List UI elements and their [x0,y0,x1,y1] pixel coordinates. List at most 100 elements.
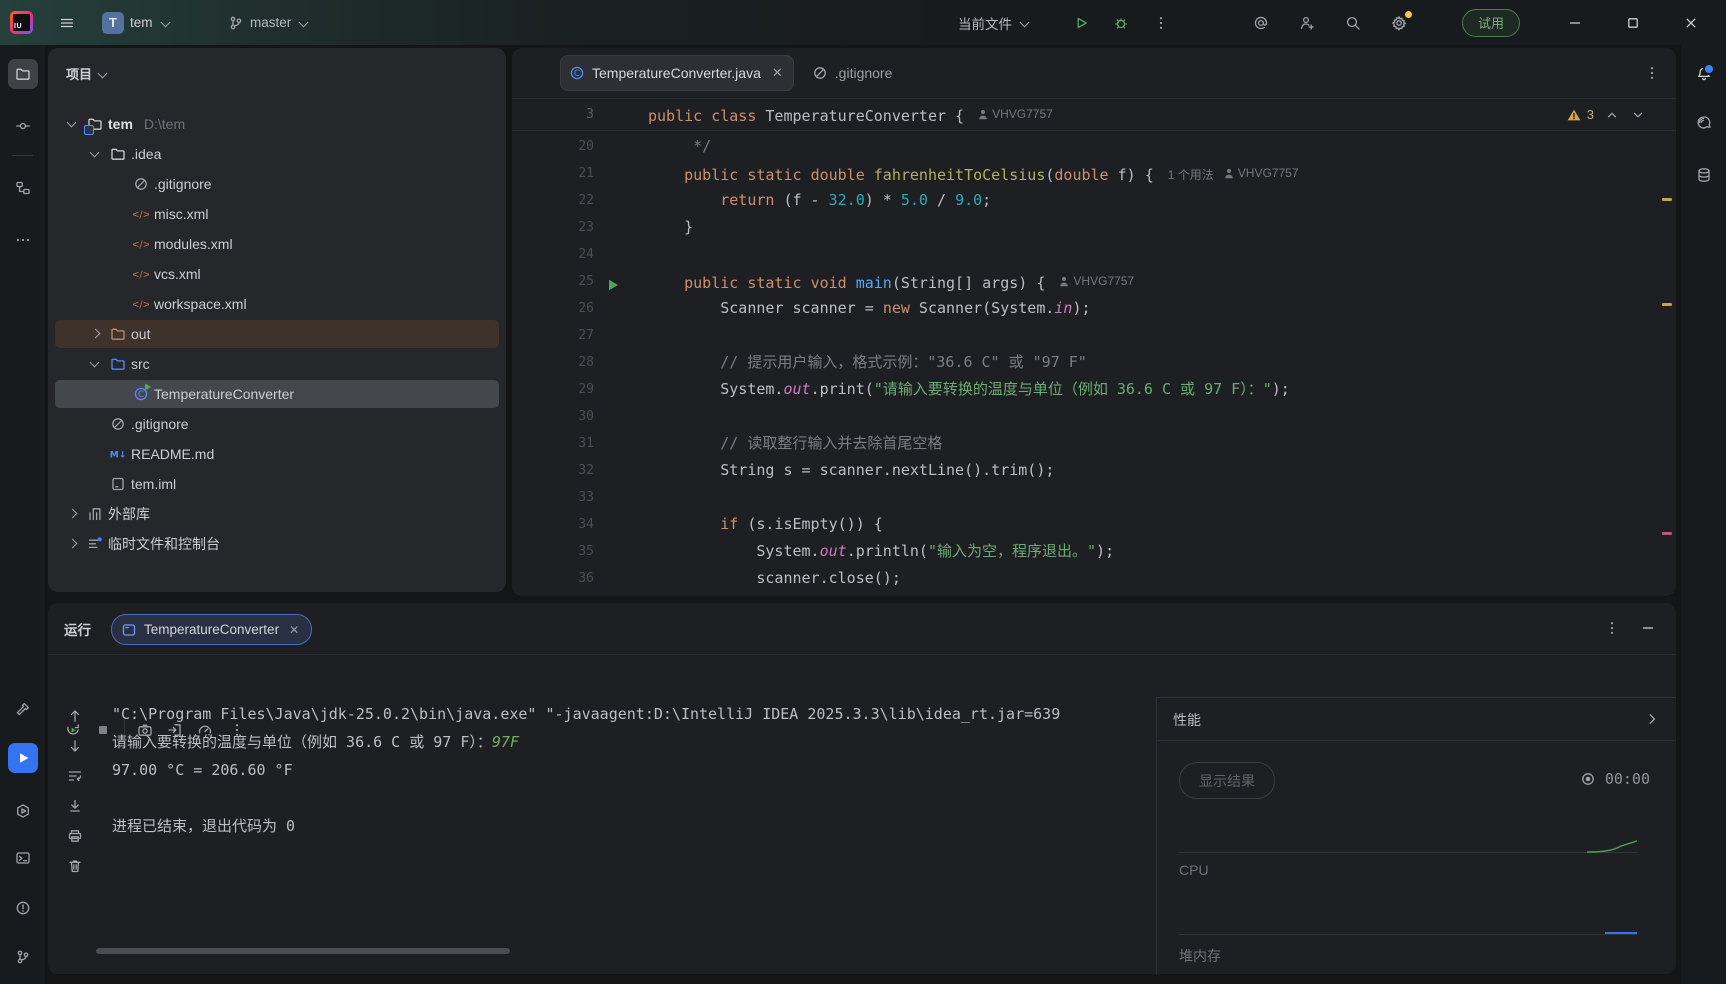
line-number[interactable]: 22 [512,187,594,214]
settings-button[interactable] [1384,8,1414,38]
line-number[interactable]: 36 [512,565,594,592]
line-number[interactable]: 32 [512,457,594,484]
usages-inlay[interactable]: 1 个用法 [1168,162,1214,189]
minimize-button[interactable] [1560,8,1590,38]
tree-item--[interactable]: 外部库 [48,499,506,529]
tree-chevron-icon[interactable] [64,506,81,522]
sidebar-item-problems[interactable] [8,893,38,923]
run-button[interactable] [1066,8,1096,38]
tree-item-vcs-xml[interactable]: </>vcs.xml [48,259,506,289]
line-number[interactable]: 35 [512,538,594,565]
sidebar-item-services[interactable] [8,796,38,826]
tree-item-tem-iml[interactable]: tem.iml [48,469,506,499]
tree-chevron-icon[interactable] [87,326,104,342]
hide-tool-window-icon[interactable] [1640,620,1656,636]
sidebar-item-project[interactable] [8,59,38,89]
close-button[interactable] [1676,8,1706,38]
tree-chevron-icon[interactable] [87,356,104,372]
line-number[interactable]: 33 [512,484,594,511]
code-with-me-button[interactable] [1292,8,1322,38]
warning-stripe-mark[interactable] [1662,198,1672,201]
close-tab-icon[interactable]: ✕ [772,65,783,81]
add-user-icon [1299,15,1315,31]
sidebar-item-structure[interactable] [8,173,38,203]
project-panel-header[interactable]: 项目 [66,64,110,83]
scroll-to-end-button[interactable] [62,793,88,819]
code-editor[interactable]: 20 */21 public static double fahrenheitT… [512,133,1664,592]
line-number[interactable]: 28 [512,349,594,376]
sidebar-item-build[interactable] [8,694,38,724]
debug-button[interactable] [1106,8,1136,38]
author-inlay[interactable]: VHVG7757 [978,99,1053,130]
line-number[interactable]: 31 [512,430,594,457]
sidebar-item-version-control[interactable] [8,942,38,972]
tree-item--gitignore[interactable]: .gitignore [48,169,506,199]
show-results-button[interactable]: 显示结果 [1179,762,1275,799]
line-number[interactable]: 29 [512,376,594,403]
next-warning-icon[interactable] [1630,107,1646,123]
soft-wrap-button[interactable] [62,763,88,789]
sidebar-item-database[interactable] [1689,160,1719,190]
tree-item-src[interactable]: src [48,349,506,379]
close-tab-icon[interactable]: ✕ [289,623,299,637]
line-number[interactable]: 30 [512,403,594,430]
tree-item-out[interactable]: out [48,319,506,349]
error-stripe-mark[interactable] [1662,532,1672,535]
run-config-selector[interactable]: 当前文件 [958,0,1032,45]
editor-options-kebab-icon[interactable] [1644,65,1660,81]
tree-item-tem[interactable]: temD:\tem [48,109,506,139]
down-stack-trace-button[interactable] [62,733,88,759]
clear-console-button[interactable] [62,853,88,879]
horizontal-scrollbar[interactable] [96,948,510,954]
prev-warning-icon[interactable] [1604,107,1620,123]
tab-gitignore[interactable]: .gitignore [812,65,893,81]
tree-item-temperatureconverter[interactable]: CTemperatureConverter [48,379,506,409]
sidebar-item-terminal[interactable] [8,843,38,873]
inspections-widget[interactable]: 3 [1566,99,1646,130]
branch-widget[interactable]: master [228,0,311,45]
sidebar-item-notifications[interactable] [1689,59,1719,89]
maximize-button[interactable] [1618,8,1648,38]
tree-chevron-icon[interactable] [87,146,104,162]
tree-item-misc-xml[interactable]: </>misc.xml [48,199,506,229]
tree-item-readme-md[interactable]: M↓README.md [48,439,506,469]
tree-item-modules-xml[interactable]: </>modules.xml [48,229,506,259]
sidebar-item-more[interactable] [8,225,38,255]
project-avatar: T [102,12,124,34]
line-number[interactable]: 20 [512,133,594,160]
author-inlay[interactable]: VHVG7757 [1059,268,1134,295]
line-number[interactable]: 34 [512,511,594,538]
ai-mention-button[interactable] [1246,8,1276,38]
console-output[interactable]: "C:\Program Files\Java\jdk-25.0.2\bin\ja… [112,700,1156,840]
run-tab-temperatureconverter[interactable]: TemperatureConverter ✕ [111,614,312,645]
tree-item--[interactable]: 临时文件和控制台 [48,529,506,559]
print-button[interactable] [62,823,88,849]
line-number[interactable]: 24 [512,241,594,268]
run-options-kebab-icon[interactable] [1604,620,1620,636]
sticky-line[interactable]: 3 public class TemperatureConverter { VH… [512,99,1676,131]
line-number[interactable]: 23 [512,214,594,241]
tree-item--idea[interactable]: .idea [48,139,506,169]
sidebar-item-commit[interactable] [8,111,38,141]
warning-stripe-mark[interactable] [1662,303,1672,306]
up-stack-trace-button[interactable] [62,703,88,729]
line-number[interactable]: 25 [512,268,594,295]
library-icon [86,506,103,523]
sidebar-item-run[interactable] [8,743,38,773]
performance-header[interactable]: 性能 [1157,698,1676,741]
run-more-button[interactable] [1146,8,1176,38]
tree-item-workspace-xml[interactable]: </>workspace.xml [48,289,506,319]
trial-button[interactable]: 试用 [1462,9,1520,37]
main-menu-button[interactable] [52,8,82,38]
project-widget[interactable]: T tem [102,0,173,45]
author-inlay[interactable]: VHVG7757 [1224,160,1299,187]
tree-chevron-icon[interactable] [64,536,81,552]
line-number[interactable]: 21 [512,160,594,187]
search-everywhere-button[interactable] [1338,8,1368,38]
tree-item--gitignore[interactable]: .gitignore [48,409,506,439]
line-number[interactable]: 27 [512,322,594,349]
sidebar-item-ai-assistant[interactable] [1689,108,1719,138]
line-number[interactable]: 26 [512,295,594,322]
tree-chevron-icon[interactable] [64,116,81,132]
tab-temperatureconverter-java[interactable]: C TemperatureConverter.java ✕ [560,55,794,91]
